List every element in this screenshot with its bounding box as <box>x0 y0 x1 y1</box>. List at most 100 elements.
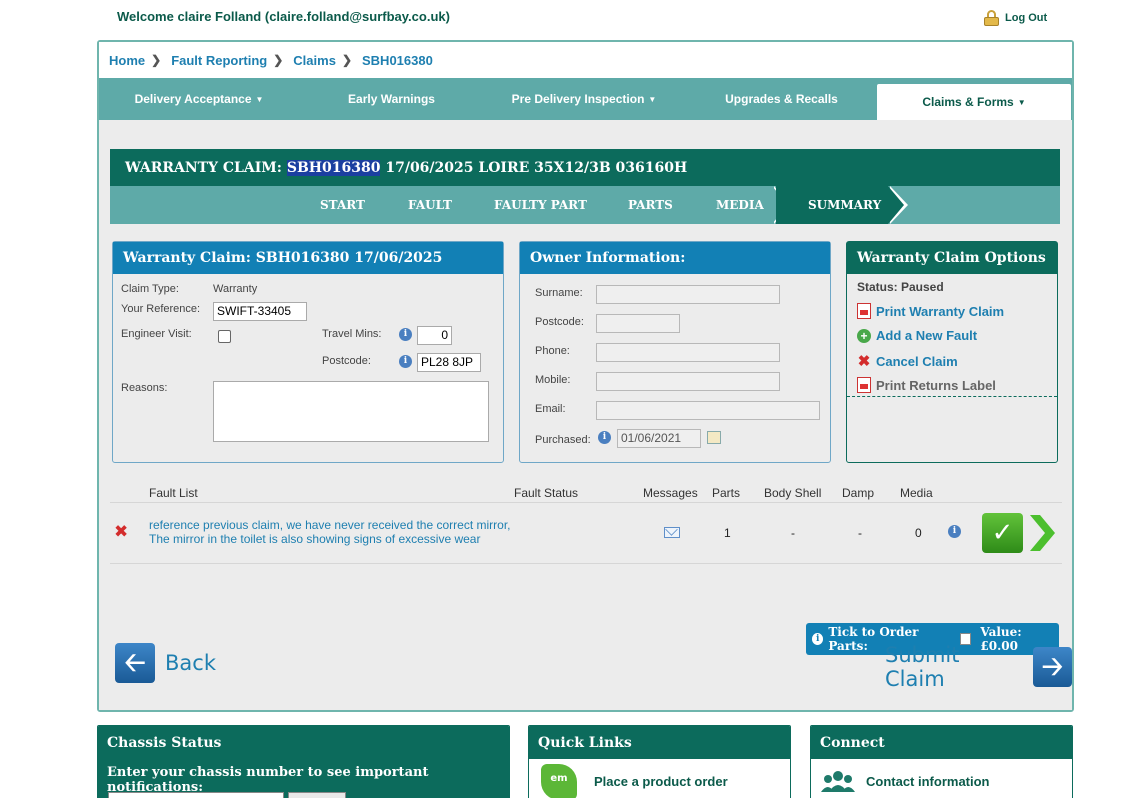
chevron-right-icon: ❯ <box>273 53 284 67</box>
step-faulty-part[interactable]: FAULTY PART <box>494 186 587 224</box>
chassis-search-button[interactable] <box>288 792 346 798</box>
postcode-input[interactable]: PL28 8JP <box>417 353 481 372</box>
tab-upgrades-recalls[interactable]: Upgrades & Recalls <box>699 78 864 120</box>
fault-description-link[interactable]: reference previous claim, we have never … <box>149 518 519 546</box>
divider <box>110 502 1062 503</box>
purchased-label: Purchased: <box>535 434 591 446</box>
submit-claim-button[interactable]: Submit Claim 🡢 <box>885 643 1072 691</box>
claim-content: WARRANTY CLAIM: SBH016380 17/06/2025 LOI… <box>99 120 1072 710</box>
logout-link[interactable]: Log Out <box>984 10 1047 26</box>
option-label: Cancel Claim <box>876 353 958 369</box>
phone-label: Phone: <box>535 345 570 357</box>
claim-header-prefix: WARRANTY CLAIM: <box>125 159 287 176</box>
chevron-right-icon: ❯ <box>151 53 162 67</box>
claim-status: Status: Paused <box>857 280 944 294</box>
your-reference-label: Your Reference: <box>121 303 201 315</box>
messages-header: Messages <box>643 486 698 500</box>
breadcrumb-home[interactable]: Home <box>109 53 145 68</box>
chassis-status-box: Chassis Status Enter your chassis number… <box>97 725 510 798</box>
place-product-order-link[interactable]: Place a product order <box>594 774 728 789</box>
check-icon[interactable]: ✓ <box>982 513 1023 553</box>
delete-fault-icon[interactable]: ✖ <box>114 522 128 542</box>
step-fault[interactable]: FAULT <box>408 186 452 224</box>
claim-options-box: Warranty Claim Options Status: Paused Pr… <box>846 241 1058 463</box>
claim-steps: START FAULT FAULTY PART PARTS MEDIA SUMM… <box>110 186 1060 224</box>
contact-information-link[interactable]: Contact information <box>866 774 990 789</box>
users-icon <box>821 771 855 792</box>
purchased-date-field[interactable]: 01/06/2021 <box>617 429 701 448</box>
breadcrumb-fault-reporting[interactable]: Fault Reporting <box>171 53 267 68</box>
cancel-claim-link[interactable]: ✖ Cancel Claim <box>857 352 958 370</box>
claim-type-label: Claim Type: <box>121 283 179 295</box>
chassis-status-title: Chassis Status <box>98 726 509 759</box>
welcome-message: Welcome claire Folland (claire.folland@s… <box>117 9 450 24</box>
fault-list-header: Fault List <box>149 486 198 500</box>
arrow-right-icon: 🡢 <box>1032 647 1072 687</box>
travel-mins-input[interactable]: 0 <box>417 326 452 345</box>
claim-type-value: Warranty <box>213 283 258 295</box>
tab-label: Pre Delivery Inspection <box>511 92 645 106</box>
connect-title: Connect <box>811 726 1072 759</box>
info-icon[interactable]: i <box>598 431 611 444</box>
plus-icon: + <box>857 328 871 343</box>
back-button[interactable]: 🡠 Back <box>115 643 216 683</box>
breadcrumb-claims[interactable]: Claims <box>293 53 336 68</box>
reasons-textarea[interactable] <box>213 381 489 442</box>
option-label: Print Warranty Claim <box>876 303 1005 319</box>
email-field[interactable] <box>596 401 820 420</box>
caret-down-icon: ▼ <box>648 94 657 104</box>
tab-label: Delivery Acceptance <box>134 92 252 106</box>
tab-delivery-acceptance[interactable]: Delivery Acceptance ▼ <box>109 78 289 120</box>
your-reference-input[interactable]: SWIFT-33405 <box>213 302 307 321</box>
warranty-claim-title: Warranty Claim: SBH016380 17/06/2025 <box>113 242 503 274</box>
chevron-right-icon[interactable] <box>1028 513 1056 553</box>
fault-damp: - <box>858 526 862 540</box>
damp-header: Damp <box>842 486 875 500</box>
info-icon[interactable]: i <box>399 328 412 341</box>
claim-options-title: Warranty Claim Options <box>847 242 1057 274</box>
message-icon[interactable] <box>664 527 680 538</box>
chassis-input[interactable] <box>108 792 284 798</box>
step-parts[interactable]: PARTS <box>628 186 673 224</box>
caret-down-icon: ▼ <box>255 94 264 104</box>
option-label: Print Returns Label <box>876 377 996 393</box>
step-media[interactable]: MEDIA <box>716 186 764 224</box>
chevron-right-icon: ❯ <box>341 53 352 67</box>
engineer-visit-checkbox[interactable] <box>218 330 231 343</box>
info-icon[interactable]: i <box>948 525 961 538</box>
add-new-fault-link[interactable]: + Add a New Fault <box>857 328 977 343</box>
info-icon[interactable]: i <box>812 633 824 645</box>
print-warranty-claim-link[interactable]: Print Warranty Claim <box>857 303 1004 319</box>
chassis-instruction: Enter your chassis number to see importa… <box>107 765 429 795</box>
step-active-arrow <box>888 186 904 224</box>
fault-parts-count: 1 <box>724 526 731 540</box>
quick-links-box: Quick Links em Place a product order <box>528 725 791 798</box>
logout-label: Log Out <box>1005 12 1048 24</box>
calendar-icon[interactable] <box>707 431 721 444</box>
breadcrumb-claim-id[interactable]: SBH016380 <box>362 53 433 68</box>
fault-body-shell: - <box>791 526 795 540</box>
travel-mins-label: Travel Mins: <box>322 328 382 340</box>
order-icon: em <box>541 764 577 798</box>
tab-pre-delivery-inspection[interactable]: Pre Delivery Inspection ▼ <box>489 78 679 120</box>
step-summary[interactable]: SUMMARY <box>776 186 888 224</box>
email-label: Email: <box>535 403 566 415</box>
step-start[interactable]: START <box>320 186 365 224</box>
tab-label: Upgrades & Recalls <box>725 92 838 106</box>
media-header: Media <box>900 486 933 500</box>
phone-field[interactable] <box>596 343 780 362</box>
surname-field[interactable] <box>596 285 780 304</box>
pdf-icon <box>857 303 871 319</box>
fault-media-count: 0 <box>915 526 922 540</box>
mobile-field[interactable] <box>596 372 780 391</box>
print-returns-label-link[interactable]: Print Returns Label <box>857 377 996 393</box>
pdf-icon <box>857 377 871 393</box>
info-icon[interactable]: i <box>399 355 412 368</box>
tab-early-warnings[interactable]: Early Warnings <box>309 78 474 120</box>
tab-claims-forms[interactable]: Claims & Forms ▼ <box>877 84 1071 120</box>
option-label: Add a New Fault <box>876 328 978 343</box>
owner-postcode-field[interactable] <box>596 314 680 333</box>
tab-label: Claims & Forms <box>922 95 1014 109</box>
tab-label: Early Warnings <box>348 92 435 106</box>
fault-status-header: Fault Status <box>514 486 579 500</box>
